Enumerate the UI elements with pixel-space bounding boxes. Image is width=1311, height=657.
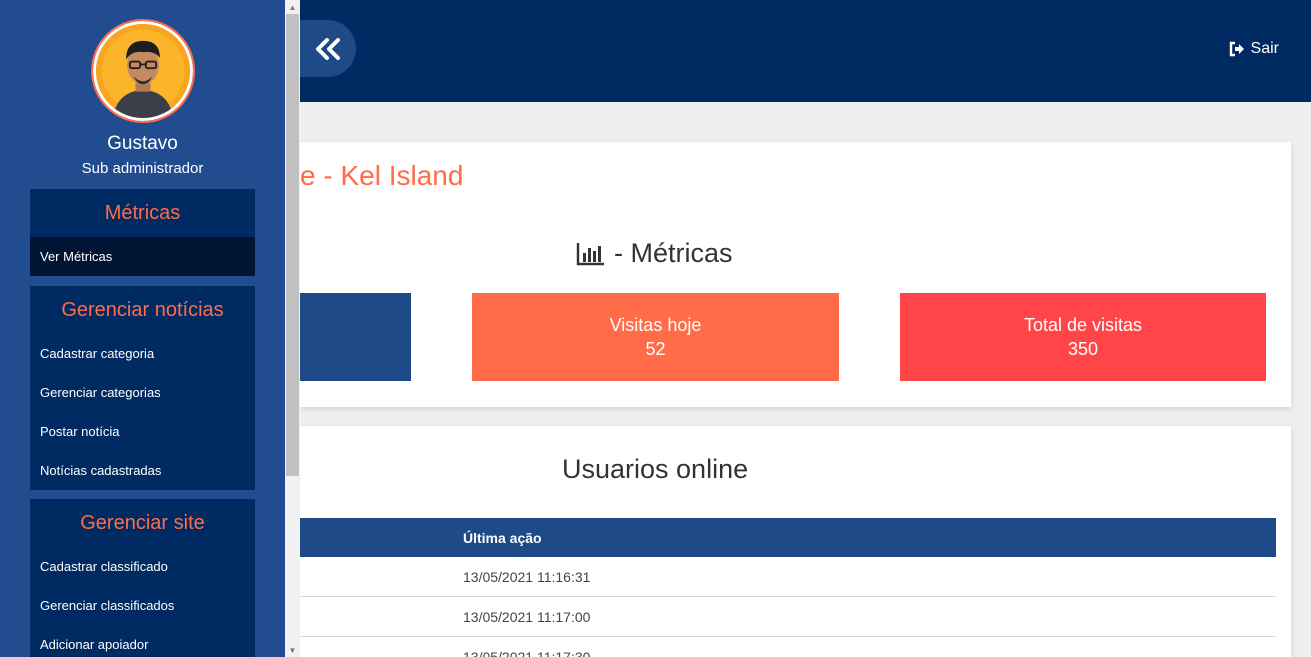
metric-box-total-visits: Total de visitas 350 (900, 293, 1266, 381)
sign-out-icon (1229, 41, 1244, 57)
user-name: Gustavo (107, 133, 178, 154)
online-users-card: Usuarios online Última ação 13/05/2021 1… (300, 426, 1291, 657)
table-row: 13/05/2021 11:17:00 (300, 597, 1276, 637)
double-chevron-left-icon (316, 37, 340, 60)
main-content: e - Kel Island - Métricas Visitas hoje 5… (300, 102, 1311, 657)
sidebar-toggle-button[interactable] (292, 20, 356, 77)
menu-item-adicionar-apoiador[interactable]: Adicionar apoiador (30, 625, 255, 657)
online-users-title: Usuarios online (562, 454, 749, 484)
metric-box-online (300, 293, 411, 381)
scroll-up-arrow-icon[interactable]: ▲ (285, 0, 300, 14)
column-last-action: Última ação (463, 529, 542, 546)
scroll-thumb[interactable] (286, 14, 299, 476)
metrics-card: e - Kel Island - Métricas Visitas hoje 5… (300, 142, 1291, 407)
menu-item-noticias-cadastradas[interactable]: Notícias cadastradas (30, 451, 255, 490)
total-visits-value: 350 (1067, 339, 1099, 359)
last-action-cell: 13/05/2021 11:17:00 (463, 608, 591, 625)
menu-heading: Gerenciar notícias (61, 298, 224, 321)
table-row: 13/05/2021 11:17:30 (300, 637, 1276, 657)
metrics-heading: - Métricas (576, 238, 733, 269)
scroll-down-arrow-icon[interactable]: ▼ (285, 643, 300, 657)
last-action-cell: 13/05/2021 11:17:30 (463, 648, 591, 657)
logout-label: Sair (1250, 40, 1279, 57)
visits-today-label: Visitas hoje (609, 315, 702, 335)
last-action-cell: 13/05/2021 11:16:31 (463, 568, 591, 585)
total-visits-label: Total de visitas (1023, 315, 1143, 335)
sidebar-scrollbar[interactable]: ▲ ▼ (285, 0, 300, 657)
page-title: e - Kel Island (300, 160, 464, 191)
user-role: Sub administrador (81, 160, 204, 177)
menu-item-ver-metricas[interactable]: Ver Métricas (30, 237, 255, 276)
menu-item-cadastrar-classificado[interactable]: Cadastrar classificado (30, 547, 255, 586)
table-row: 13/05/2021 11:16:31 (300, 557, 1276, 597)
visits-today-value: 52 (645, 339, 666, 359)
logout-link[interactable]: Sair (1229, 40, 1279, 58)
menu-heading: Gerenciar site (80, 511, 205, 534)
menu-item-postar-noticia[interactable]: Postar notícia (30, 412, 255, 451)
menu-group-metricas: Métricas Ver Métricas (30, 189, 255, 276)
avatar (91, 19, 195, 123)
metrics-heading-label: - Métricas (614, 238, 733, 268)
menu-heading: Métricas (104, 201, 181, 224)
table-header: Última ação (300, 518, 1276, 557)
bar-chart-icon (576, 242, 604, 265)
menu-group-gerenciar-site: Gerenciar site Cadastrar classificado Ge… (30, 499, 255, 657)
online-users-table: Última ação 13/05/2021 11:16:31 13/05/20… (300, 518, 1276, 657)
sidebar: Gustavo Sub administrador Métricas Ver M… (0, 0, 285, 657)
avatar-illustration (96, 24, 190, 118)
menu-item-cadastrar-categoria[interactable]: Cadastrar categoria (30, 334, 255, 373)
metric-box-visits-today: Visitas hoje 52 (472, 293, 839, 381)
menu-item-gerenciar-categorias[interactable]: Gerenciar categorias (30, 373, 255, 412)
menu-group-gerenciar-noticias: Gerenciar notícias Cadastrar categoria G… (30, 286, 255, 490)
menu-item-gerenciar-classificados[interactable]: Gerenciar classificados (30, 586, 255, 625)
